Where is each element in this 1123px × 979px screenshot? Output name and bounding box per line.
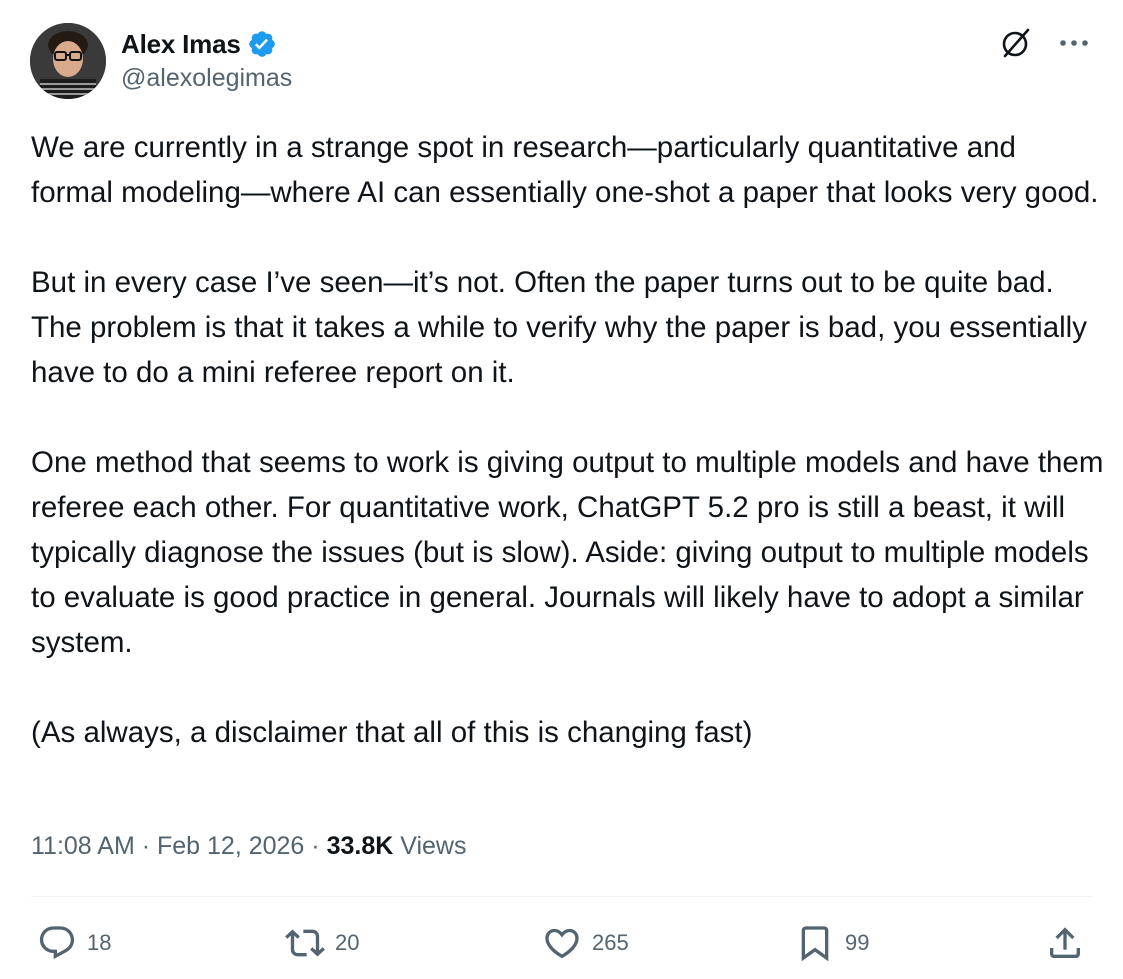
author-name-row: Alex Imas — [121, 26, 277, 62]
repost-count: 20 — [335, 930, 360, 955]
reply-count: 18 — [87, 930, 112, 955]
heart-icon — [542, 923, 582, 963]
like-button[interactable]: 265 — [542, 923, 629, 963]
tweet: Alex Imas @alexolegimas We are currently… — [0, 0, 1123, 979]
author-handle[interactable]: @alexolegimas — [121, 64, 292, 93]
tweet-date[interactable]: Feb 12, 2026 — [157, 832, 304, 861]
bookmark-count: 99 — [845, 930, 870, 955]
views-count[interactable]: 33.8K — [327, 832, 394, 861]
action-bar: 18 20 265 99 — [37, 920, 1087, 966]
views-label: Views — [393, 832, 467, 860]
tweet-paragraph: (As always, a disclaimer that all of thi… — [31, 716, 753, 749]
grok-icon[interactable] — [997, 24, 1035, 62]
bookmark-button[interactable]: 99 — [795, 923, 869, 963]
top-right-actions — [997, 24, 1093, 62]
like-count: 265 — [592, 930, 629, 955]
tweet-paragraph: But in every case I’ve seen—it’s not. Of… — [31, 266, 1096, 389]
repost-button[interactable]: 20 — [285, 923, 359, 963]
reply-icon — [37, 923, 77, 963]
tweet-time[interactable]: 11:08 AM — [31, 832, 135, 861]
repost-icon — [285, 923, 325, 963]
tweet-meta: 11:08 AM · Feb 12, 2026 · 33.8K Views — [31, 832, 466, 861]
reply-button[interactable]: 18 — [37, 923, 111, 963]
more-icon[interactable] — [1055, 24, 1093, 62]
tweet-text: We are currently in a strange spot in re… — [31, 125, 1106, 755]
author-display-name[interactable]: Alex Imas — [121, 29, 241, 60]
verified-badge-icon[interactable] — [247, 29, 277, 59]
bookmark-icon — [795, 923, 835, 963]
divider — [31, 896, 1092, 897]
avatar[interactable] — [30, 23, 106, 99]
share-button[interactable] — [1045, 923, 1085, 963]
meta-separator: · — [134, 832, 157, 860]
meta-separator: · — [304, 832, 327, 860]
tweet-paragraph: One method that seems to work is giving … — [31, 446, 1112, 659]
avatar-photo — [30, 23, 106, 99]
share-icon — [1045, 923, 1085, 963]
tweet-paragraph: We are currently in a strange spot in re… — [31, 131, 1099, 209]
